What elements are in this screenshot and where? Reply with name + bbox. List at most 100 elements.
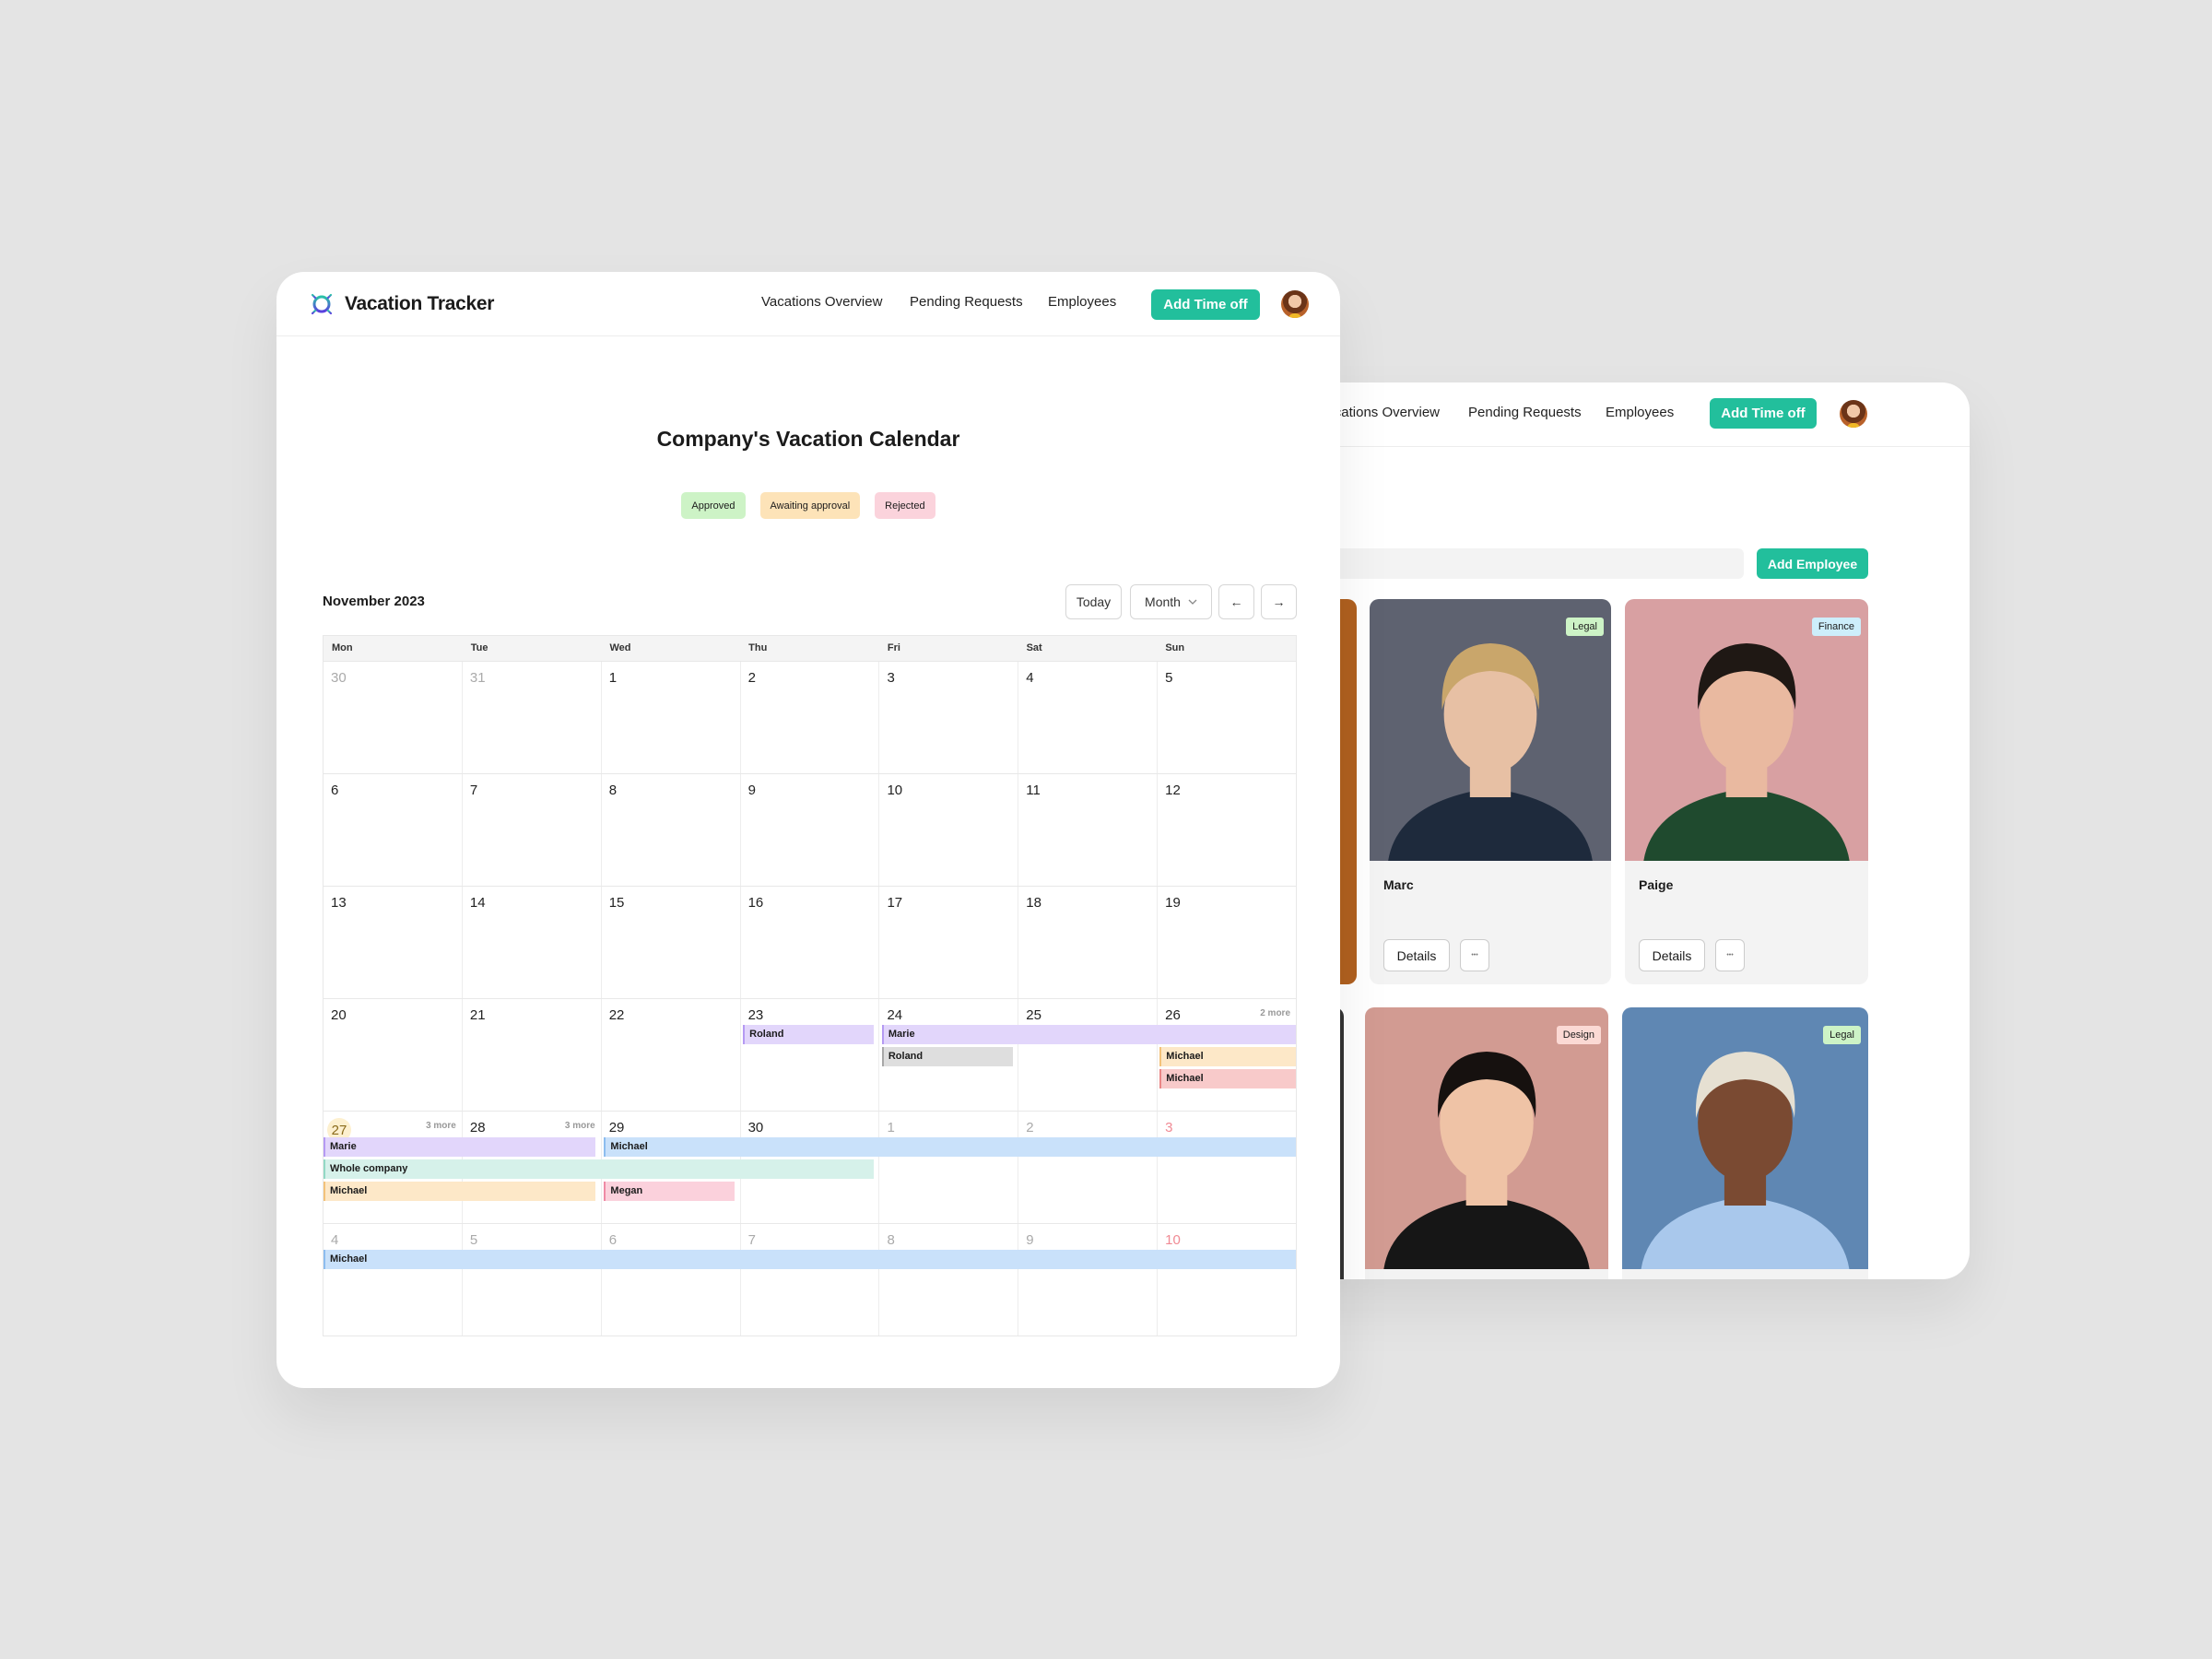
day-cell[interactable]: 12	[1157, 774, 1296, 886]
day-cell[interactable]: 16	[739, 887, 879, 998]
week-row: 6 7 8 9 10 11 12	[324, 773, 1296, 886]
day-cell[interactable]: 23	[739, 999, 879, 1111]
day-cell[interactable]: 9	[739, 774, 879, 886]
day-cell[interactable]: 20	[324, 999, 462, 1111]
event-bar[interactable]: Marie	[881, 1025, 1296, 1044]
day-number: 30	[747, 1120, 764, 1135]
calendar-grid: Mon Tue Wed Thu Fri Sat Sun 30 31 1 2 3 4 5 6 7 8 9 10 11 1…	[323, 635, 1297, 1336]
day-cell[interactable]: 13	[324, 887, 462, 998]
nav-employees[interactable]: Employees	[1606, 405, 1674, 420]
day-cell[interactable]: 6	[324, 774, 462, 886]
day-number: 10	[887, 782, 903, 798]
day-number: 2	[1026, 1120, 1034, 1135]
day-number: 5	[469, 1232, 478, 1248]
day-cell[interactable]: 18	[1018, 887, 1157, 998]
day-cell[interactable]: 3	[1157, 1112, 1296, 1223]
event-bar[interactable]: Roland	[743, 1025, 874, 1044]
day-number: 20	[331, 1007, 347, 1023]
day-cell[interactable]: 1	[600, 662, 740, 773]
day-cell[interactable]: 8	[600, 774, 740, 886]
day-cell[interactable]: 9	[1018, 1224, 1157, 1335]
nav-pending-requests[interactable]: Pending Requests	[1468, 405, 1582, 420]
day-number: 10	[1165, 1232, 1181, 1248]
event-bar[interactable]: Whole company	[324, 1159, 874, 1179]
more-events-link[interactable]: 3 more	[426, 1121, 456, 1131]
chevron-down-icon	[1188, 599, 1197, 605]
next-month-button[interactable]: →	[1261, 584, 1297, 619]
add-time-off-button[interactable]: Add Time off	[1151, 289, 1260, 320]
day-number: 4	[1026, 670, 1034, 686]
day-cell[interactable]: 1	[878, 1112, 1018, 1223]
calendar-header: Vacation Tracker Vacations Overview Pend…	[276, 272, 1340, 336]
more-events-link[interactable]: 3 more	[565, 1121, 595, 1131]
view-select[interactable]: Month	[1130, 584, 1212, 619]
nav-vacations-overview[interactable]: Vacations Overview	[761, 294, 882, 310]
more-options-button[interactable]: •••	[1715, 939, 1745, 971]
day-number: 31	[469, 670, 486, 686]
day-number: 9	[747, 782, 756, 798]
nav-pending-requests[interactable]: Pending Requests	[910, 294, 1023, 310]
details-button[interactable]: Details	[1383, 939, 1450, 971]
nav-employees[interactable]: Employees	[1048, 294, 1116, 310]
ellipsis-icon: •••	[1471, 952, 1478, 959]
day-cell[interactable]: 10	[1157, 1224, 1296, 1335]
event-bar[interactable]: Roland	[881, 1047, 1013, 1066]
add-time-off-button[interactable]: Add Time off	[1710, 398, 1817, 429]
day-cell[interactable]: 2	[739, 662, 879, 773]
department-tag: Finance	[1811, 618, 1861, 636]
day-cell[interactable]: 10	[878, 774, 1018, 886]
week-row: 4 5 6 7 8 9 10 Michael	[324, 1223, 1296, 1335]
day-cell[interactable]: 5	[461, 1224, 601, 1335]
day-cell[interactable]: 5	[1157, 662, 1296, 773]
day-cell[interactable]: 14	[461, 887, 601, 998]
details-button[interactable]: Details	[1639, 939, 1705, 971]
ellipsis-icon: •••	[1726, 952, 1734, 959]
day-cell[interactable]: 2	[1018, 1112, 1157, 1223]
day-number: 30	[331, 670, 347, 686]
weekday-wed: Wed	[609, 642, 631, 653]
day-number: 5	[1165, 670, 1173, 686]
day-cell[interactable]: 15	[600, 887, 740, 998]
day-cell[interactable]: 21	[461, 999, 601, 1111]
prev-month-button[interactable]: ←	[1218, 584, 1254, 619]
day-cell[interactable]: 4	[324, 1224, 462, 1335]
user-avatar[interactable]	[1281, 290, 1309, 318]
day-number: 11	[1026, 782, 1041, 798]
event-bar[interactable]: Marie	[324, 1137, 596, 1157]
day-cell[interactable]: 8	[878, 1224, 1018, 1335]
day-cell[interactable]: 7	[739, 1224, 879, 1335]
week-row: 27 3 more 28 3 more 29 30 1 2 3 Marie Michael Whole…	[324, 1111, 1296, 1223]
user-avatar[interactable]	[1840, 400, 1867, 428]
day-number: 29	[608, 1120, 625, 1135]
event-bar[interactable]: Megan	[604, 1182, 735, 1201]
more-events-link[interactable]: 2 more	[1260, 1008, 1290, 1018]
app-logo[interactable]: Vacation Tracker	[308, 290, 494, 318]
add-employee-button[interactable]: Add Employee	[1757, 548, 1868, 579]
event-bar[interactable]: Michael	[1159, 1069, 1296, 1088]
event-bar[interactable]: Michael	[324, 1250, 1296, 1269]
event-bar[interactable]: Michael	[324, 1182, 596, 1201]
day-cell[interactable]: 11	[1018, 774, 1157, 886]
week-row: 30 31 1 2 3 4 5	[324, 661, 1296, 773]
day-cell[interactable]: 31	[461, 662, 601, 773]
day-cell[interactable]: 25	[1018, 999, 1157, 1111]
day-cell[interactable]: 17	[878, 887, 1018, 998]
day-cell[interactable]: 22	[600, 999, 740, 1111]
page-title: Company's Vacation Calendar	[656, 427, 960, 451]
day-number: 3	[1165, 1120, 1173, 1135]
day-number: 15	[608, 895, 625, 911]
day-number: 2	[747, 670, 756, 686]
weekday-thu: Thu	[748, 642, 768, 653]
day-number: 19	[1165, 895, 1181, 911]
day-cell[interactable]: 7	[461, 774, 601, 886]
event-bar[interactable]: Michael	[1159, 1047, 1296, 1066]
day-cell[interactable]: 30	[324, 662, 462, 773]
employee-card: Finance Paige Details •••	[1625, 599, 1868, 984]
day-cell[interactable]: 4	[1018, 662, 1157, 773]
today-button[interactable]: Today	[1065, 584, 1122, 619]
day-cell[interactable]: 3	[878, 662, 1018, 773]
event-bar[interactable]: Michael	[604, 1137, 1296, 1157]
day-cell[interactable]: 6	[600, 1224, 740, 1335]
day-cell[interactable]: 19	[1157, 887, 1296, 998]
more-options-button[interactable]: •••	[1460, 939, 1489, 971]
